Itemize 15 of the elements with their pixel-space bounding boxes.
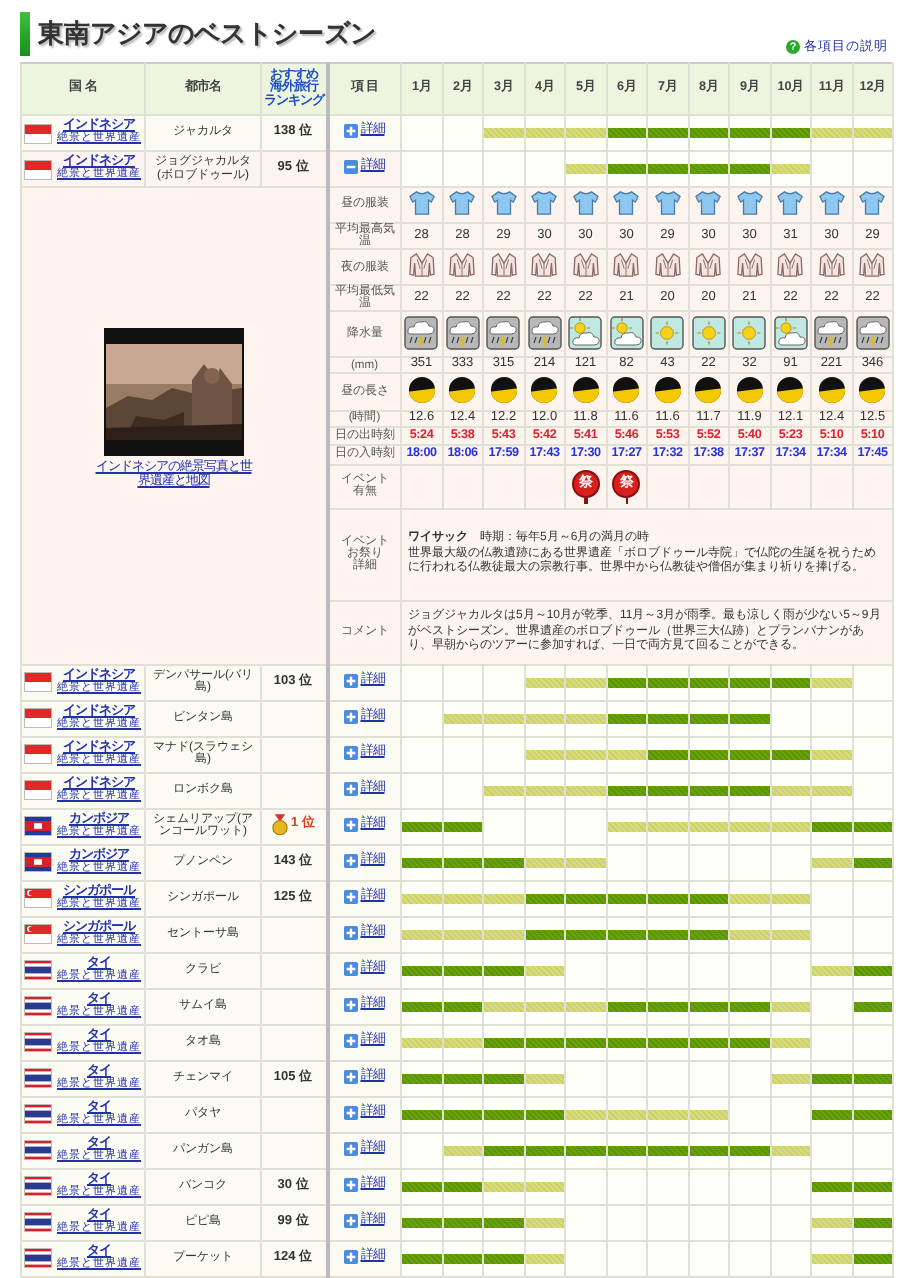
medal-icon <box>271 813 288 836</box>
day-length-icon <box>407 375 436 404</box>
day-length-icon <box>858 375 887 404</box>
day-length-icon <box>489 375 518 404</box>
day-length-icon <box>571 375 600 404</box>
title-accent-bar <box>20 12 30 56</box>
day-length-icon <box>735 375 764 404</box>
day-length-icon <box>817 375 846 404</box>
day-length-icon <box>448 375 477 404</box>
day-length-icon <box>653 375 682 404</box>
page-title: 東南アジアのベストシーズン <box>38 16 376 52</box>
day-length-icon <box>612 375 641 404</box>
day-length-icon <box>776 375 805 404</box>
day-length-icon <box>694 375 723 404</box>
day-length-icon <box>530 375 559 404</box>
